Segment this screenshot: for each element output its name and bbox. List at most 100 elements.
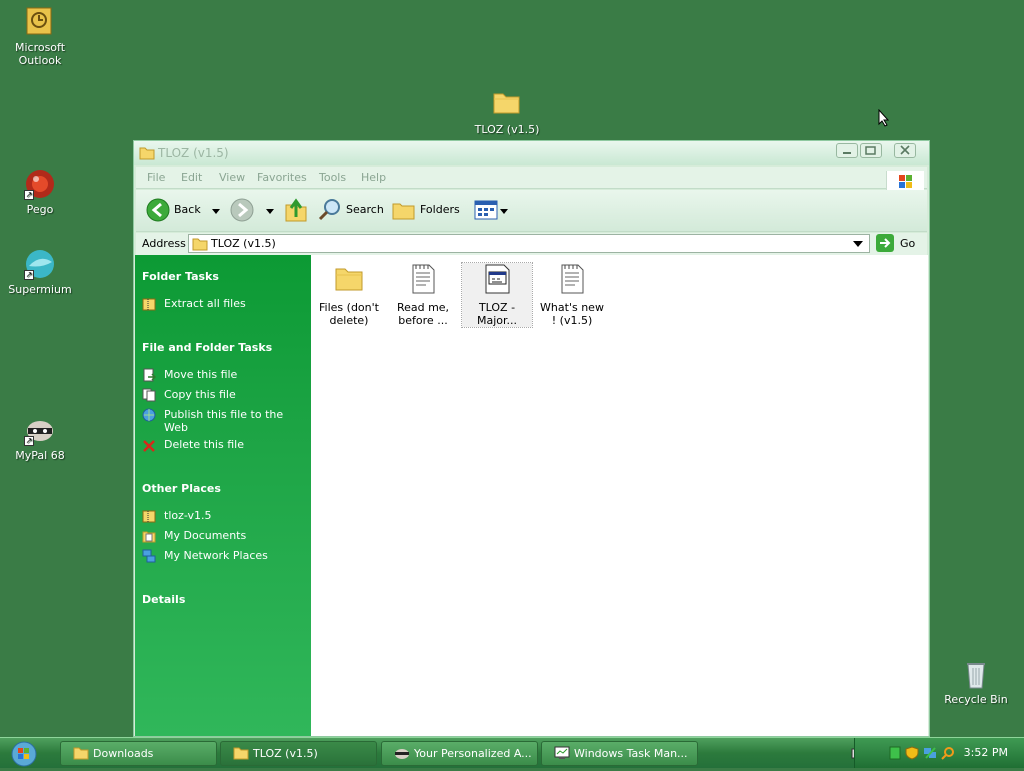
menu-bar: File Edit View Favorites Tools Help — [136, 167, 927, 193]
details-heading[interactable]: Details — [142, 593, 185, 606]
menu-help[interactable]: Help — [361, 171, 386, 184]
chevron-down-icon[interactable] — [853, 241, 863, 247]
taskbar-button-label: Your Personalized A... — [414, 747, 532, 760]
menu-view[interactable]: View — [219, 171, 245, 184]
shortcut-arrow-icon: ↗ — [24, 270, 34, 280]
search-label: Search — [346, 203, 384, 216]
other-place-network[interactable]: My Network Places — [164, 549, 268, 562]
desktop-icon-pego[interactable]: ↗ Pego — [0, 168, 80, 216]
minimize-button[interactable] — [836, 143, 858, 158]
delete-file-link[interactable]: Delete this file — [164, 438, 244, 451]
extract-zip-icon — [142, 297, 156, 311]
folder-icon — [491, 88, 523, 120]
file-name: Files (don't delete) — [319, 301, 379, 327]
pego-icon: ↗ — [24, 168, 56, 200]
extract-all-files-link[interactable]: Extract all files — [164, 297, 246, 310]
taskbar-button-downloads[interactable]: Downloads — [60, 741, 217, 766]
mypal-icon: ↗ — [24, 414, 56, 446]
taskbar-button-browser[interactable]: Your Personalized A... — [381, 741, 538, 766]
file-name: What's new ! (v1.5) — [540, 301, 604, 327]
address-value: TLOZ (v1.5) — [211, 237, 276, 250]
folder-icon — [233, 747, 249, 760]
supermium-icon: ↗ — [24, 248, 56, 280]
up-folder-button[interactable] — [284, 197, 308, 223]
search-icon — [318, 199, 340, 221]
explorer-window: TLOZ (v1.5) File Edit View Favorites Too… — [133, 140, 930, 737]
maximize-button[interactable] — [860, 143, 882, 158]
taskbar-button-task-manager[interactable]: Windows Task Man... — [541, 741, 698, 766]
search-button[interactable]: Search — [318, 198, 384, 224]
desktop-icon-outlook[interactable]: Microsoft Outlook — [0, 6, 80, 67]
shortcut-arrow-icon: ↗ — [24, 436, 34, 446]
folder-icon — [192, 238, 208, 251]
menu-file[interactable]: File — [147, 171, 165, 184]
desktop-icon-tloz[interactable]: TLOZ (v1.5) — [467, 88, 547, 136]
close-button[interactable] — [894, 143, 916, 158]
folders-label: Folders — [420, 203, 460, 216]
desktop-icon-label: Microsoft Outlook — [14, 41, 66, 67]
taskbar-button-tloz[interactable]: TLOZ (v1.5) — [220, 741, 377, 766]
text-file-icon — [408, 263, 438, 297]
tray-green-icon[interactable] — [889, 746, 901, 760]
other-place-tloz[interactable]: tloz-v1.5 — [164, 509, 212, 522]
file-item[interactable]: What's new ! (v1.5) — [537, 263, 607, 327]
address-input[interactable]: TLOZ (v1.5) — [188, 234, 870, 253]
recycle-bin-icon — [960, 658, 992, 690]
system-tray: 3:52 PM — [854, 738, 1024, 768]
my-documents-icon — [142, 529, 156, 543]
window-title: TLOZ (v1.5) — [158, 146, 229, 160]
taskbar: Downloads TLOZ (v1.5) Your Personalized … — [0, 737, 1024, 768]
file-item-selected[interactable]: TLOZ - Major... — [461, 262, 533, 328]
desktop-icon-label: Recycle Bin — [944, 693, 1008, 706]
address-bar: Address TLOZ (v1.5) Go — [136, 233, 927, 255]
taskbar-button-label: Downloads — [93, 747, 154, 760]
desktop-icon-label: TLOZ (v1.5) — [474, 123, 540, 136]
publish-web-link[interactable]: Publish this file to the Web — [164, 408, 304, 434]
network-tray-icon[interactable] — [923, 746, 937, 760]
desktop-icon-mypal[interactable]: ↗ MyPal 68 — [0, 414, 80, 462]
other-places-heading[interactable]: Other Places — [142, 482, 221, 495]
other-place-my-documents[interactable]: My Documents — [164, 529, 246, 542]
views-icon — [474, 200, 498, 220]
back-label: Back — [174, 203, 201, 216]
clock[interactable]: 3:52 PM — [964, 746, 1008, 759]
desktop-icon-label: Pego — [26, 203, 54, 216]
desktop-icon-supermium[interactable]: ↗ Supermium — [0, 248, 80, 296]
chevron-down-icon — [212, 209, 220, 214]
move-file-icon — [142, 368, 157, 382]
network-places-icon — [142, 549, 156, 563]
toolbar: Back Search Folders — [136, 190, 927, 232]
security-shield-icon[interactable] — [905, 746, 919, 760]
search-tray-icon[interactable] — [941, 746, 955, 760]
copy-file-link[interactable]: Copy this file — [164, 388, 236, 401]
desktop-icon-label: MyPal 68 — [15, 449, 65, 462]
go-label: Go — [900, 237, 916, 250]
go-arrow-icon — [876, 234, 894, 252]
task-manager-icon — [554, 746, 570, 759]
folders-icon — [392, 203, 415, 220]
browser-icon — [395, 749, 409, 759]
folders-button[interactable]: Folders — [392, 198, 462, 224]
chevron-down-icon — [500, 209, 508, 214]
go-button[interactable]: Go — [876, 234, 922, 254]
file-item[interactable]: Files (don't delete) — [314, 263, 384, 327]
up-folder-icon — [285, 198, 307, 222]
file-tasks-heading[interactable]: File and Folder Tasks — [142, 341, 272, 354]
start-button[interactable] — [6, 740, 46, 767]
menu-edit[interactable]: Edit — [181, 171, 202, 184]
back-button[interactable]: Back — [146, 198, 226, 224]
move-file-link[interactable]: Move this file — [164, 368, 237, 381]
file-item[interactable]: Read me, before ... — [388, 263, 458, 327]
back-arrow-icon — [146, 198, 170, 222]
folder-tasks-heading[interactable]: Folder Tasks — [142, 270, 219, 283]
desktop-icon-recycle-bin[interactable]: Recycle Bin — [936, 658, 1016, 706]
menu-tools[interactable]: Tools — [319, 171, 346, 184]
menu-favorites[interactable]: Favorites — [257, 171, 307, 184]
delete-icon — [142, 439, 156, 453]
window-titlebar[interactable]: TLOZ (v1.5) — [134, 141, 929, 165]
forward-button[interactable] — [230, 198, 274, 224]
chevron-down-icon — [266, 209, 274, 214]
taskbar-button-label: Windows Task Man... — [574, 747, 688, 760]
file-name: TLOZ - Major... — [476, 301, 518, 327]
views-button[interactable] — [474, 198, 510, 224]
